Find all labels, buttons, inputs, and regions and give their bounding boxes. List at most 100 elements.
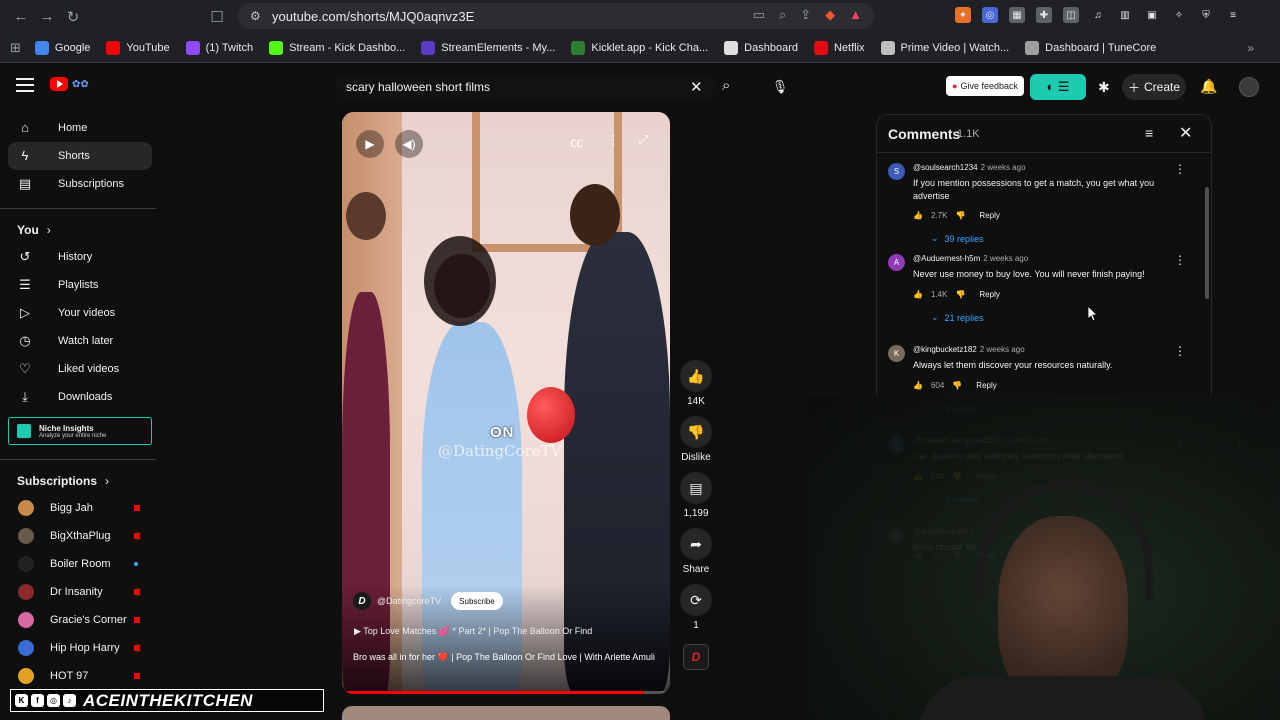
vpn-icon[interactable]: ⛨ (1198, 7, 1214, 23)
search-query[interactable]: scary halloween short films (346, 80, 490, 94)
clear-search-icon[interactable]: ✕ (690, 78, 703, 96)
give-feedback-button[interactable]: ● Give feedback (946, 76, 1024, 96)
bookmark-item[interactable]: StreamElements - My... (421, 40, 555, 55)
leo-ai-icon[interactable]: ✧ (1171, 7, 1187, 23)
channel-name[interactable]: @DatingcoreTV (377, 596, 441, 606)
install-app-icon[interactable]: ▭ (753, 7, 765, 23)
share-icon[interactable]: ⇪ (800, 7, 811, 23)
comment-avatar[interactable]: K (888, 345, 905, 362)
bookmark-item[interactable]: Google (34, 40, 90, 55)
fullscreen-icon[interactable]: ⤢ (638, 132, 648, 148)
bookmark-item[interactable]: Netflix (813, 40, 865, 55)
bookmark-item[interactable]: Kicklet.app - Kick Cha... (571, 40, 708, 55)
bookmark-item[interactable]: Prime Video | Watch... (880, 40, 1009, 55)
comments-button[interactable]: ▤ (680, 472, 712, 504)
sidebar-item-history[interactable]: ↺ History (8, 243, 152, 271)
sidebar-item-home[interactable]: ⌂ Home (8, 114, 152, 142)
comment-reply-button[interactable]: Reply (976, 381, 996, 390)
volume-icon[interactable]: ◀) (395, 130, 423, 158)
remix-button[interactable]: ⟳ (680, 584, 712, 616)
sidebar-item-downloads[interactable]: ⤓ Downloads (8, 383, 152, 411)
comment-avatar[interactable]: A (888, 254, 905, 271)
notifications-bell-icon[interactable]: 🔔 (1200, 78, 1217, 95)
extensions-puzzle-icon[interactable]: ✚ (1036, 7, 1052, 23)
forward-icon[interactable]: → (34, 4, 60, 30)
subscription-item[interactable]: Gracie's Corner (0, 606, 160, 634)
address-url[interactable]: youtube.com/shorts/MJQ0aqnvz3E (272, 9, 474, 24)
captions-icon[interactable]: ㏄ (570, 132, 583, 151)
like-button[interactable]: 👍 (680, 360, 712, 392)
niche-insights-button[interactable]: Niche Insights Analyze your entire niche (8, 417, 152, 445)
comment-dislike-icon[interactable]: 👎 (955, 290, 965, 299)
share-button[interactable]: ➦ (680, 528, 712, 560)
comment-more-icon[interactable]: ⋮ (1174, 162, 1186, 176)
comment-time[interactable]: 2 weeks ago (980, 345, 1025, 354)
comment-time[interactable]: 2 weeks ago (983, 254, 1028, 263)
rewards-icon[interactable]: ▲ (849, 7, 862, 23)
view-replies-button[interactable]: ⌄ 21 replies (931, 312, 984, 323)
search-input[interactable]: scary halloween short films (335, 74, 715, 100)
more-bookmarks-icon[interactable]: » (1247, 41, 1254, 55)
dislike-button[interactable]: 👎 (680, 416, 712, 448)
search-icon[interactable]: ⌕ (722, 77, 730, 94)
sidebar-item-subscriptions[interactable]: ▤ Subscriptions (8, 170, 152, 198)
comment-like-icon[interactable]: 👍 (913, 381, 923, 390)
comment-dislike-icon[interactable]: 👎 (955, 211, 965, 220)
comment-more-icon[interactable]: ⋮ (1174, 344, 1186, 358)
playlist-link[interactable]: ▶ Top Love Matches 💕 * Part 2* | Pop The… (354, 626, 592, 637)
comment-author[interactable]: @kingbucketz182 (913, 345, 977, 354)
sidebar-item-shorts[interactable]: ϟ Shorts (8, 142, 152, 170)
zoom-icon[interactable]: ⌕ (779, 7, 786, 23)
sidebar-you-header[interactable]: You › (0, 217, 160, 243)
menu-icon[interactable]: ≡ (1225, 7, 1241, 23)
create-button[interactable]: ＋ Create (1122, 74, 1186, 100)
sidebar-item-liked-videos[interactable]: ♡ Liked videos (8, 355, 152, 383)
extension-icon[interactable]: ✦ (955, 7, 971, 23)
subscription-item[interactable]: BigXthaPlug (0, 522, 160, 550)
subscription-item[interactable]: Boiler Room (0, 550, 160, 578)
extension-icon[interactable]: ◎ (982, 7, 998, 23)
comment-like-icon[interactable]: 👍 (913, 290, 923, 299)
comment-reply-button[interactable]: Reply (979, 290, 999, 299)
subscription-item[interactable]: Hip Hop Harry (0, 634, 160, 662)
bookmark-item[interactable]: YouTube (106, 40, 170, 55)
video-progress-bar[interactable] (342, 691, 670, 694)
extension-toggle-button[interactable]: ◐ ☰ (1030, 74, 1086, 100)
account-avatar[interactable] (1239, 77, 1259, 97)
video-title[interactable]: Bro was all in for her ❤️ | Pop The Ball… (353, 651, 659, 663)
reload-icon[interactable]: ↻ (60, 4, 86, 30)
comment-dislike-icon[interactable]: 👎 (952, 381, 962, 390)
subscription-item[interactable]: Dr Insanity (0, 578, 160, 606)
sort-comments-icon[interactable]: ≡ (1145, 125, 1153, 141)
youtube-logo[interactable]: ✿✿ (50, 77, 89, 91)
comment-more-icon[interactable]: ⋮ (1174, 253, 1186, 267)
brave-shield-icon[interactable]: ◆ (825, 7, 835, 23)
comment-author[interactable]: @soulsearch1234 (913, 163, 978, 172)
back-icon[interactable]: ← (8, 4, 34, 30)
audio-source-thumbnail[interactable]: D (683, 644, 709, 670)
more-options-icon[interactable]: ⋮ (607, 132, 620, 148)
bookmark-item[interactable]: Dashboard (724, 40, 798, 55)
sidebar-item-your-videos[interactable]: ▷ Your videos (8, 299, 152, 327)
sidebar-subscriptions-header[interactable]: Subscriptions › (0, 468, 160, 494)
apps-grid-icon[interactable]: ⊞ (10, 40, 21, 56)
subscription-item[interactable]: Bigg Jah (0, 494, 160, 522)
comment-author[interactable]: @Auduernest-h5m (913, 254, 980, 263)
extension-gear-icon[interactable]: ✱ (1098, 79, 1110, 96)
channel-avatar[interactable]: D (353, 592, 371, 610)
extension-icon[interactable]: ▦ (1009, 7, 1025, 23)
sidebar-item-watch-later[interactable]: ◷ Watch later (8, 327, 152, 355)
site-info-icon[interactable]: ⚙ (250, 9, 272, 23)
shorts-video-player[interactable]: ON @DatingCoreTV ▶ ◀) ㏄ ⋮ ⤢ D @Datingcor… (342, 112, 670, 694)
screenshot-icon[interactable]: ◫ (1063, 7, 1079, 23)
subscribe-button[interactable]: Subscribe (451, 592, 503, 610)
voice-search-icon[interactable]: 🎙 (766, 74, 794, 100)
comment-time[interactable]: 2 weeks ago (981, 163, 1026, 172)
media-icon[interactable]: ♫ (1090, 7, 1106, 23)
close-comments-icon[interactable]: ✕ (1179, 123, 1192, 143)
wallet-icon[interactable]: ▣ (1144, 7, 1160, 23)
address-bar[interactable]: ⚙ youtube.com/shorts/MJQ0aqnvz3E ▭ ⌕ ⇪ ◆… (238, 3, 874, 29)
bookmark-star-icon[interactable]: ☐ (204, 4, 230, 30)
bookmark-item[interactable]: Dashboard | TuneCore (1025, 40, 1156, 55)
comments-scrollbar[interactable] (1205, 187, 1209, 299)
